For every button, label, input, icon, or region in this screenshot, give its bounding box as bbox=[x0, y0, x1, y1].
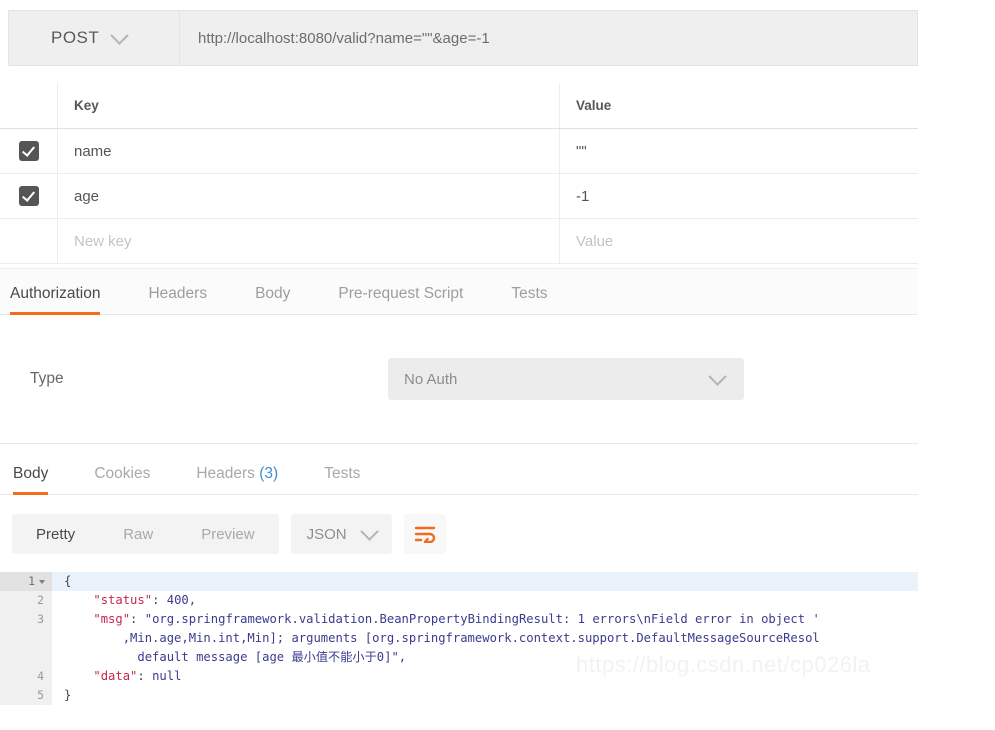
tab-headers[interactable]: Headers bbox=[148, 285, 207, 314]
column-header-value: Value bbox=[576, 98, 612, 113]
code-line: ,Min.age,Min.int,Min]; arguments [org.sp… bbox=[0, 629, 918, 648]
word-wrap-button[interactable] bbox=[403, 514, 446, 554]
response-body-code[interactable]: 1{2 "status": 400, 3 "msg": "org.springfr… bbox=[0, 572, 918, 730]
word-wrap-icon bbox=[414, 526, 435, 543]
tab-pre-request-script[interactable]: Pre-request Script bbox=[338, 285, 463, 314]
response-tab-headers-label: Headers bbox=[196, 465, 255, 482]
new-param-key-input[interactable]: New key bbox=[58, 219, 560, 263]
line-number bbox=[0, 648, 52, 667]
param-key-input[interactable]: name bbox=[58, 129, 560, 173]
line-number: 5 bbox=[0, 686, 52, 705]
response-tabs: Body Cookies Headers (3) Tests bbox=[0, 449, 918, 495]
method-selector[interactable]: POST bbox=[8, 10, 180, 66]
code-line: default message [age 最小值不能小于0]", bbox=[0, 648, 918, 667]
code-line-text: "msg": "org.springframework.validation.B… bbox=[93, 612, 820, 626]
auth-type-value: No Auth bbox=[404, 370, 458, 388]
code-line-text: ,Min.age,Min.int,Min]; arguments [org.sp… bbox=[64, 631, 820, 645]
code-line: 4 "data": null bbox=[0, 667, 918, 686]
table-row-new[interactable]: New key Value bbox=[0, 219, 918, 264]
code-line: 2 "status": 400, bbox=[0, 591, 918, 610]
view-mode-group: Pretty Raw Preview bbox=[12, 514, 279, 554]
new-param-value-input[interactable]: Value bbox=[560, 219, 918, 263]
param-value-input[interactable]: -1 bbox=[560, 174, 918, 218]
method-label: POST bbox=[51, 28, 100, 47]
fold-arrow-icon[interactable] bbox=[39, 579, 45, 584]
line-number bbox=[0, 629, 52, 648]
row-checkbox-cell[interactable] bbox=[0, 219, 58, 263]
line-number: 1 bbox=[0, 572, 52, 591]
format-value: JSON bbox=[306, 525, 347, 543]
response-tab-tests[interactable]: Tests bbox=[324, 465, 360, 494]
code-line: 3 "msg": "org.springframework.validation… bbox=[0, 610, 918, 629]
checkbox-checked-icon[interactable] bbox=[18, 141, 39, 161]
url-input[interactable]: http://localhost:8080/valid?name=""&age=… bbox=[180, 10, 918, 66]
code-line: 5} bbox=[0, 686, 918, 705]
tab-authorization[interactable]: Authorization bbox=[10, 285, 101, 315]
view-mode-preview[interactable]: Preview bbox=[177, 526, 278, 543]
code-line: 1{ bbox=[0, 572, 918, 591]
response-tab-body[interactable]: Body bbox=[13, 465, 49, 495]
auth-type-select[interactable]: No Auth bbox=[388, 358, 744, 400]
line-number: 2 bbox=[0, 591, 52, 610]
line-number: 4 bbox=[0, 667, 52, 686]
url-text: http://localhost:8080/valid?name=""&age=… bbox=[198, 29, 490, 47]
code-line-text: { bbox=[64, 574, 72, 588]
table-row[interactable]: age -1 bbox=[0, 174, 918, 219]
section-divider bbox=[0, 443, 918, 444]
table-row[interactable]: name "" bbox=[0, 129, 918, 174]
chevron-down-icon bbox=[110, 25, 129, 45]
type-label: Type bbox=[30, 370, 64, 387]
format-select[interactable]: JSON bbox=[290, 514, 392, 554]
param-value-input[interactable]: "" bbox=[560, 129, 918, 173]
params-table-header: Key Value bbox=[0, 83, 918, 129]
view-mode-raw[interactable]: Raw bbox=[99, 526, 177, 543]
response-body-toolbar: Pretty Raw Preview JSON bbox=[0, 506, 918, 562]
chevron-down-icon bbox=[359, 521, 379, 541]
postman-window: POST http://localhost:8080/valid?name=""… bbox=[0, 0, 995, 730]
url-bar: POST http://localhost:8080/valid?name=""… bbox=[8, 10, 918, 66]
headers-count-badge: (3) bbox=[259, 465, 279, 482]
params-table: Key Value name "" age -1 New key Value bbox=[0, 83, 918, 264]
code-line-text: "data": null bbox=[93, 669, 182, 683]
view-mode-pretty[interactable]: Pretty bbox=[12, 526, 99, 543]
line-number: 3 bbox=[0, 610, 52, 629]
tab-tests[interactable]: Tests bbox=[511, 285, 547, 314]
header-checkbox-cell bbox=[0, 83, 58, 128]
code-line-text: } bbox=[64, 688, 72, 702]
code-line-text: default message [age 最小值不能小于0]", bbox=[64, 650, 407, 664]
code-line-text: "status": 400, bbox=[93, 593, 197, 607]
authorization-type-row: Type No Auth bbox=[0, 356, 918, 402]
column-header-key: Key bbox=[58, 83, 560, 128]
row-checkbox-cell[interactable] bbox=[0, 129, 58, 173]
chevron-down-icon bbox=[708, 366, 727, 386]
checkbox-checked-icon[interactable] bbox=[18, 186, 39, 206]
request-tabs: Authorization Headers Body Pre-request S… bbox=[0, 268, 918, 315]
row-checkbox-cell[interactable] bbox=[0, 174, 58, 218]
response-tab-headers[interactable]: Headers (3) bbox=[196, 465, 278, 494]
param-key-input[interactable]: age bbox=[58, 174, 560, 218]
response-tab-cookies[interactable]: Cookies bbox=[94, 465, 150, 494]
tab-body[interactable]: Body bbox=[255, 285, 290, 314]
